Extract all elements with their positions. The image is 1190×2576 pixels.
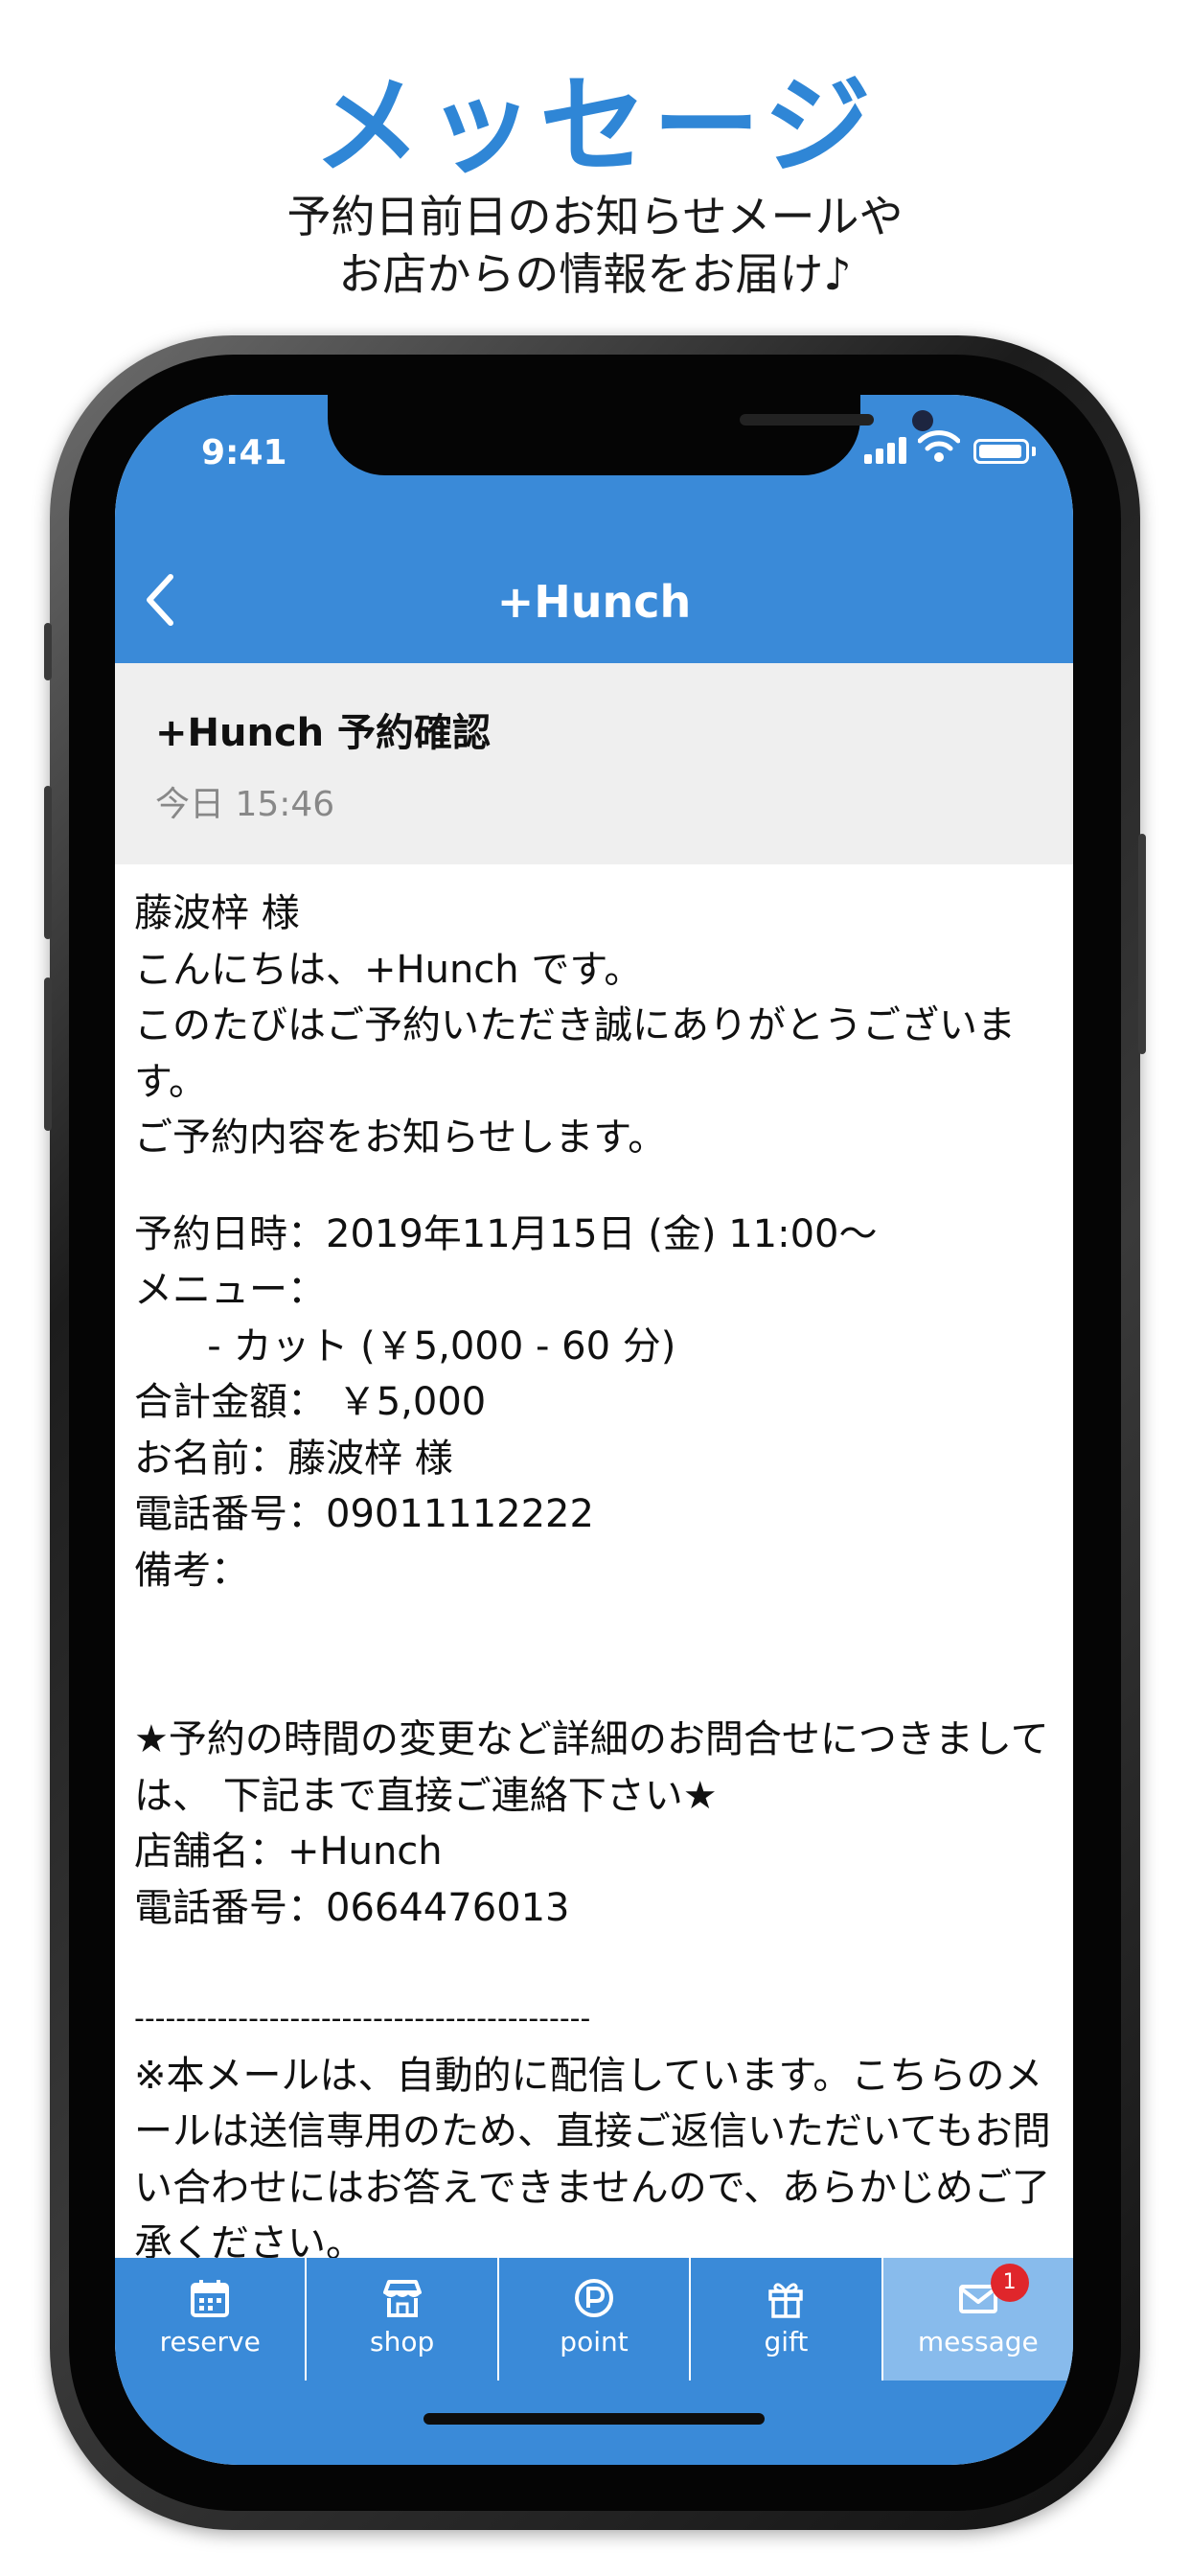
body-menu-item: - カット (￥5,000 - 60 分) (134, 1323, 676, 1368)
phone-power-button (1138, 834, 1146, 1054)
status-time: 9:41 (201, 433, 287, 472)
calendar-icon (191, 2280, 230, 2317)
wifi-icon (918, 430, 960, 462)
tab-reserve[interactable]: reserve (115, 2258, 308, 2380)
navigation-bar: +Hunch (115, 539, 1073, 663)
tab-gift[interactable]: gift (691, 2258, 883, 2380)
notch (328, 395, 933, 475)
promo-subtitle: 予約日前日のお知らせメールや お店からの情報をお届け♪ (0, 188, 1190, 303)
battery-icon (973, 439, 1029, 464)
signal-icon (864, 437, 906, 464)
promo-title: メッセージ (313, 64, 877, 189)
storefront-icon (382, 2280, 422, 2317)
message-subject: +Hunch 予約確認 (155, 711, 492, 755)
body-divider: ----------------------------------------… (134, 2002, 591, 2036)
home-indicator[interactable] (423, 2413, 765, 2425)
message-date: 今日 15:46 (155, 785, 335, 824)
tab-point-label: point (560, 2326, 629, 2358)
phone-side-button (44, 623, 52, 680)
body-phone: 電話番号：09011112222 (134, 1492, 594, 1536)
nav-title: +Hunch (496, 576, 692, 628)
tab-message[interactable]: 1 message (882, 2258, 1073, 2380)
body-name: お名前：藤波梓 様 (134, 1436, 453, 1481)
body-shop-phone: 電話番号：0664476013 (134, 1885, 570, 1930)
body-remarks: 備考： (134, 1548, 249, 1593)
phone-volume-up (44, 786, 52, 939)
front-camera (912, 410, 933, 431)
promo-subtitle-line-2: お店からの情報をお届け♪ (338, 248, 852, 300)
body-greeting-name: 藤波梓 様 (134, 891, 300, 935)
body-disclaimer: ※本メールは、自動的に配信しています。こちらのメールは送信専用のため、直接ご返信… (134, 2053, 1051, 2266)
promo-subtitle-line-1: 予約日前日のお知らせメールや (286, 191, 904, 242)
point-coin-icon (575, 2279, 614, 2317)
body-datetime: 予約日時：2019年11月15日 (金) 11:00〜 (134, 1211, 878, 1256)
tab-reserve-label: reserve (159, 2326, 261, 2358)
body-hello: こんにちは、+Hunch です。 (134, 947, 643, 992)
speaker-grille (740, 414, 874, 426)
battery-cap (1032, 447, 1036, 456)
body-contact-note: ★予約の時間の変更など詳細のお問合せにつきましては、 下記まで直接ご連絡下さい★ (134, 1717, 1049, 1818)
body-thanks: このたびはご予約いただき誠にありがとうございます。 (134, 1003, 1016, 1104)
tab-message-label: message (917, 2326, 1039, 2358)
tab-gift-label: gift (764, 2326, 809, 2358)
message-body: 藤波梓 様 こんにちは、+Hunch です。 このたびはご予約いただき誠にありが… (134, 886, 1064, 2272)
body-notice: ご予約内容をお知らせします。 (134, 1116, 667, 1160)
phone-volume-down (44, 978, 52, 1131)
gift-icon (768, 2283, 804, 2318)
home-indicator-area (115, 2380, 1073, 2465)
message-header: +Hunch 予約確認 今日 15:46 (115, 663, 1073, 864)
phone-screen: 9:41 +Hunch +Hunch 予約確認 今日 15:46 藤波梓 様 こ… (115, 395, 1073, 2465)
tab-point[interactable]: point (499, 2258, 692, 2380)
body-menu-label: メニュー： (134, 1268, 326, 1312)
tab-bar: reserve shop point gift 1 message (115, 2258, 1073, 2380)
body-total: 合計金額： ￥5,000 (134, 1380, 487, 1424)
body-shop-name: 店舗名：+Hunch (134, 1829, 443, 1874)
tab-shop[interactable]: shop (307, 2258, 499, 2380)
tab-shop-label: shop (369, 2326, 435, 2358)
unread-badge: 1 (990, 2264, 1029, 2302)
